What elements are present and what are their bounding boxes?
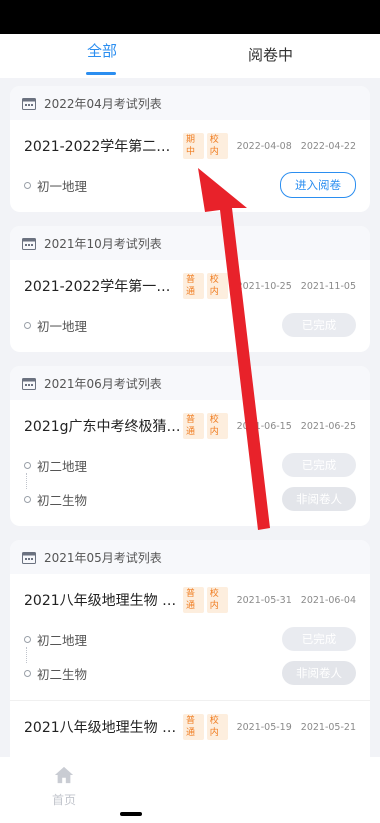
tab-indicator [86, 72, 116, 75]
subject-name: 初一地理 [37, 178, 88, 194]
exam-tags: 普通 校内 2021-10-25 2021-11-05 [183, 273, 356, 299]
nav-home[interactable]: 首页 [46, 765, 82, 808]
tab-bar: 全部 阅卷中 [0, 34, 380, 78]
exam-tag: 校内 [206, 133, 228, 159]
subject-name: 初二地理 [37, 632, 88, 648]
subject-row: 初二生物 非阅卷人 [24, 656, 356, 690]
exam-group-card: 2021年06月考试列表 2021g广东中考终极猜… 普通 校内 2021-06-15 2… [10, 366, 370, 526]
not-grader-button[interactable]: 非阅卷人 [282, 661, 356, 685]
bullet-icon [24, 181, 31, 189]
bullet-icon [24, 635, 31, 643]
exam-tag: 校内 [206, 714, 228, 740]
start-date: 2022-04-08 [236, 140, 292, 152]
home-indicator [120, 812, 142, 816]
exam-entry: 2021g广东中考终极猜… 普通 校内 2021-06-15 2021-06-25 初二地… [10, 400, 370, 526]
exam-tags: 普通 校内 2021-06-15 2021-06-25 [183, 413, 356, 439]
exam-tag: 校内 [206, 413, 228, 439]
exam-entry-row: 2021g广东中考终极猜… 普通 校内 2021-06-15 2021-06-25 [24, 412, 356, 440]
end-date: 2021-11-05 [300, 280, 356, 292]
group-title: 2021年10月考试列表 [44, 236, 162, 251]
subject-name: 初一地理 [37, 318, 88, 334]
subject-name: 初二地理 [37, 458, 88, 474]
group-header: 2022年04月考试列表 [10, 86, 370, 120]
exam-entry: 2021-2022学年第一学… 普通 校内 2021-10-25 2021-11-05 初… [10, 260, 370, 352]
tab-grading[interactable]: 阅卷中 [248, 44, 293, 65]
subject-list: 初一地理 进入阅卷 [24, 168, 356, 202]
end-date: 2021-05-21 [300, 721, 356, 733]
calendar-icon [22, 97, 36, 110]
completed-button[interactable]: 已完成 [282, 313, 356, 337]
exam-tag: 普通 [183, 413, 204, 439]
enter-grading-button[interactable]: 进入阅卷 [280, 172, 356, 198]
exam-entry-row: 2021八年级地理生物 … 普通 校内 2021-05-31 2021-06-04 [24, 586, 356, 614]
exam-tag: 普通 [183, 587, 204, 613]
start-date: 2021-05-31 [236, 594, 292, 606]
start-date: 2021-10-25 [236, 280, 292, 292]
exam-group-card: 2022年04月考试列表 2021-2022学年第二… 期中 校内 2022-04-08… [10, 86, 370, 212]
exam-group-card: 2021年05月考试列表 2021八年级地理生物 … 普通 校内 2021-05-31 2… [10, 540, 370, 793]
subject-list: 初二地理 已完成初二生物 非阅卷人 [24, 448, 356, 516]
completed-button[interactable]: 已完成 [282, 627, 356, 651]
exam-title[interactable]: 2021八年级地理生物 … [24, 590, 183, 610]
group-title: 2021年06月考试列表 [44, 376, 162, 391]
subject-row: 初一地理 已完成 [24, 308, 356, 342]
end-date: 2022-04-22 [300, 140, 356, 152]
subject-row: 初二地理 已完成 [24, 622, 356, 656]
connector-line [26, 473, 28, 489]
exam-group-card: 2021年10月考试列表 2021-2022学年第一学… 普通 校内 2021-10-2… [10, 226, 370, 352]
exam-tag: 期中 [183, 133, 204, 159]
subject-row: 初二生物 非阅卷人 [24, 482, 356, 516]
completed-button[interactable]: 已完成 [282, 453, 356, 477]
exam-tag: 校内 [206, 273, 228, 299]
group-header: 2021年10月考试列表 [10, 226, 370, 260]
subject-list: 初一地理 已完成 [24, 308, 356, 342]
exam-title[interactable]: 2021g广东中考终极猜… [24, 416, 183, 436]
calendar-icon [22, 377, 36, 390]
not-grader-button[interactable]: 非阅卷人 [282, 487, 356, 511]
exam-list: 2022年04月考试列表 2021-2022学年第二… 期中 校内 2022-04-08… [10, 86, 370, 807]
exam-tags: 期中 校内 2022-04-08 2022-04-22 [183, 133, 356, 159]
status-bar [0, 0, 380, 34]
subject-name: 初二生物 [37, 492, 88, 508]
nav-home-label: 首页 [51, 793, 76, 807]
subject-row: 初二地理 已完成 [24, 448, 356, 482]
start-date: 2021-06-15 [236, 420, 292, 432]
exam-tag: 普通 [183, 714, 204, 740]
calendar-icon [22, 551, 36, 564]
exam-title[interactable]: 2021八年级地理生物 … [24, 717, 183, 737]
home-icon [54, 766, 74, 784]
subject-name: 初二生物 [37, 666, 88, 682]
end-date: 2021-06-04 [300, 594, 356, 606]
group-header: 2021年06月考试列表 [10, 366, 370, 400]
calendar-icon [22, 237, 36, 250]
exam-tag: 校内 [206, 587, 228, 613]
group-title: 2021年05月考试列表 [44, 550, 162, 565]
end-date: 2021-06-25 [300, 420, 356, 432]
bullet-icon [24, 495, 31, 503]
subject-row: 初一地理 进入阅卷 [24, 168, 356, 202]
connector-line [26, 647, 28, 663]
group-header: 2021年05月考试列表 [10, 540, 370, 574]
exam-tags: 普通 校内 2021-05-19 2021-05-21 [183, 714, 356, 740]
bullet-icon [24, 669, 31, 677]
exam-tag: 普通 [183, 273, 204, 299]
exam-entry-row: 2021八年级地理生物 … 普通 校内 2021-05-19 2021-05-21 [24, 713, 356, 741]
bullet-icon [24, 461, 31, 469]
exam-tags: 普通 校内 2021-05-31 2021-06-04 [183, 587, 356, 613]
exam-title[interactable]: 2021-2022学年第一学… [24, 276, 183, 296]
exam-entry-row: 2021-2022学年第一学… 普通 校内 2021-10-25 2021-11-05 [24, 272, 356, 300]
tab-all[interactable]: 全部 [87, 40, 117, 61]
start-date: 2021-05-19 [236, 721, 292, 733]
overlay-panel [140, 757, 380, 823]
exam-entry: 2021八年级地理生物 … 普通 校内 2021-05-31 2021-06-04 初二地… [10, 574, 370, 700]
exam-entry: 2021-2022学年第二… 期中 校内 2022-04-08 2022-04-22 初一… [10, 120, 370, 212]
exam-title[interactable]: 2021-2022学年第二… [24, 136, 183, 156]
bullet-icon [24, 321, 31, 329]
subject-list: 初二地理 已完成初二生物 非阅卷人 [24, 622, 356, 690]
exam-entry-row: 2021-2022学年第二… 期中 校内 2022-04-08 2022-04-22 [24, 132, 356, 160]
group-title: 2022年04月考试列表 [44, 96, 162, 111]
